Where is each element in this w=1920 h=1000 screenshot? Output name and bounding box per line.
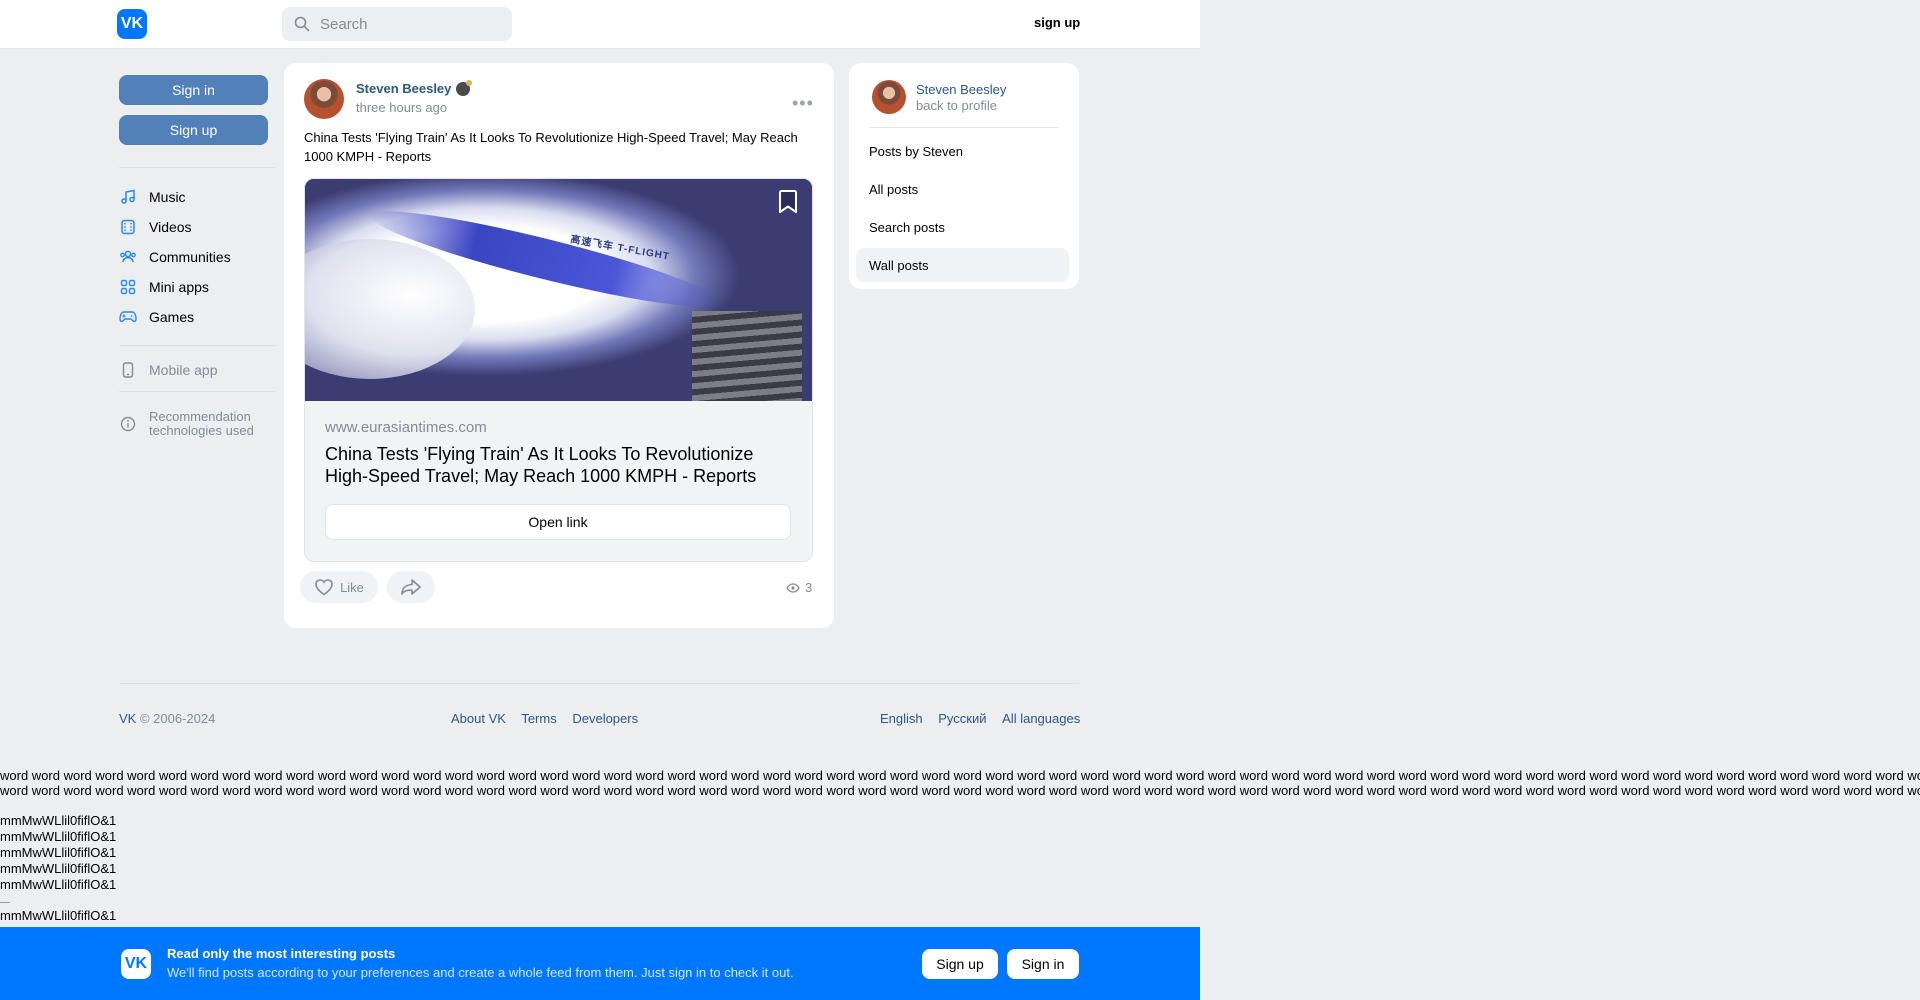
banner-sign-in-button[interactable]: Sign in [1007, 949, 1079, 979]
sidebar-item-label: Mobile app [149, 362, 218, 378]
sidebar-item-label: Games [149, 309, 195, 325]
sidebar-divider [119, 167, 276, 168]
signup-banner: VK Read only the most interesting posts … [0, 927, 1200, 1000]
language-russian[interactable]: Русский [938, 711, 986, 726]
sidebar-item-label: Videos [149, 219, 192, 235]
profile-name[interactable]: Steven Beesley [916, 82, 1006, 97]
sidebar-divider [119, 391, 276, 392]
profile-card-divider [869, 127, 1059, 128]
verified-badge-icon [456, 79, 473, 96]
sidebar-item-mini-apps[interactable]: Mini apps [119, 276, 209, 298]
sidebar-item-music[interactable]: Music [119, 186, 186, 208]
more-options-icon[interactable]: ••• [792, 93, 814, 114]
filler-mm-line: mmMwWLlil0fiflO&1 [0, 877, 117, 892]
recommendation-line-1: Recommendation [149, 409, 251, 424]
sidebar-item-mobile-app[interactable]: Mobile app [119, 359, 218, 381]
footer-links: About VK Terms Developers [451, 711, 650, 726]
back-to-profile-link[interactable]: back to profile [916, 98, 997, 113]
banner-subtitle: We'll find posts according to your prefe… [167, 965, 794, 980]
music-icon [119, 188, 137, 206]
footer-link-about[interactable]: About VK [451, 711, 506, 726]
vk-logo: VK [121, 949, 151, 979]
post-card: Steven Beesley three hours ago ••• China… [284, 63, 834, 628]
sidebar-item-label: Recommendation technologies used [149, 410, 254, 438]
sidebar-item-games[interactable]: Games [119, 306, 194, 328]
filler-mm-line: mmMwWLlil0fiflO&1 [0, 829, 117, 844]
search-box[interactable] [282, 7, 512, 41]
filler-mm-line: mmMwWLlil0fiflO&1 [0, 813, 117, 828]
sidebar-item-videos[interactable]: Videos [119, 216, 192, 238]
header-signup-link[interactable]: sign up [1034, 15, 1080, 30]
footer-link-terms[interactable]: Terms [521, 711, 556, 726]
filler-words-line: word word word word word word word word … [0, 768, 1920, 783]
gamepad-icon [119, 308, 137, 326]
menu-item-wall-posts[interactable]: Wall posts [856, 248, 1069, 282]
sign-up-button[interactable]: Sign up [119, 115, 268, 145]
like-button[interactable]: Like [300, 571, 378, 603]
menu-item-search-posts[interactable]: Search posts [856, 210, 1069, 244]
avatar[interactable] [304, 79, 344, 119]
profile-card: Steven Beesley back to profile Posts by … [849, 63, 1079, 289]
vk-logo[interactable]: VK [117, 9, 147, 39]
post-text: China Tests 'Flying Train' As It Looks T… [304, 130, 798, 164]
views-count: 3 [805, 580, 813, 595]
footer-languages: English Русский All languages [880, 711, 1080, 726]
footer-divider [119, 683, 1079, 684]
mini-apps-icon [119, 278, 137, 296]
sidebar-item-recommendations[interactable]: Recommendation technologies used [119, 409, 254, 439]
filler-words-line: word word word word word word word word … [0, 783, 1920, 798]
menu-item-posts-by-steven[interactable]: Posts by Steven [856, 134, 1069, 168]
author-name[interactable]: Steven Beesley [356, 81, 451, 96]
attachment-image[interactable]: 高速飞车 T-FLIGHT [305, 179, 812, 401]
share-button[interactable] [387, 571, 435, 603]
post-timestamp[interactable]: three hours ago [356, 100, 447, 115]
link-domain[interactable]: www.eurasiantimes.com [325, 419, 487, 436]
bookmark-icon[interactable] [776, 189, 800, 215]
filler-words: word word word word word word word word … [0, 768, 1920, 798]
sidebar-item-communities[interactable]: Communities [119, 246, 231, 268]
footer-copyright: VK © 2006-2024 [119, 711, 215, 726]
language-english[interactable]: English [880, 711, 923, 726]
recommendation-line-2: technologies used [149, 423, 254, 438]
avatar[interactable] [872, 80, 906, 114]
sidebar-divider [119, 345, 276, 346]
footer-link-developers[interactable]: Developers [572, 711, 638, 726]
sidebar-item-label: Mini apps [149, 279, 209, 295]
language-all[interactable]: All languages [1002, 711, 1080, 726]
video-icon [119, 218, 137, 236]
filler-mm-line: mmMwWLlil0fiflO&1 [0, 908, 117, 923]
train-nose [305, 239, 475, 379]
sidebar-item-label: Music [149, 189, 186, 205]
copyright-text: © 2006-2024 [136, 711, 216, 726]
filler-dash [0, 902, 10, 903]
filler-mm-line: mmMwWLlil0fiflO&1 [0, 861, 117, 876]
open-link-button[interactable]: Open link [325, 504, 791, 540]
filler-mm-line: mmMwWLlil0fiflO&1 [0, 845, 117, 860]
share-icon [401, 579, 421, 595]
communities-icon [119, 248, 137, 266]
link-attachment[interactable]: 高速飞车 T-FLIGHT www.eurasiantimes.com Chin… [304, 178, 813, 562]
stairs-graphic [692, 311, 802, 401]
footer-vk-link[interactable]: VK [119, 711, 136, 726]
eye-icon [786, 582, 800, 593]
like-label: Like [340, 579, 364, 595]
banner-title: Read only the most interesting posts [167, 946, 396, 961]
sidebar-item-label: Communities [149, 249, 231, 265]
views-counter: 3 [786, 580, 812, 595]
top-header: VK sign up [0, 0, 1200, 49]
menu-item-all-posts[interactable]: All posts [856, 172, 1069, 206]
banner-sign-up-button[interactable]: Sign up [922, 949, 998, 979]
search-icon [294, 16, 310, 32]
sign-in-button[interactable]: Sign in [119, 75, 268, 105]
phone-icon [119, 361, 137, 379]
heart-icon [315, 579, 333, 596]
info-icon [119, 415, 137, 433]
search-input[interactable] [318, 14, 502, 34]
link-title[interactable]: China Tests 'Flying Train' As It Looks T… [325, 443, 795, 487]
post-author[interactable]: Steven Beesley [356, 79, 473, 96]
